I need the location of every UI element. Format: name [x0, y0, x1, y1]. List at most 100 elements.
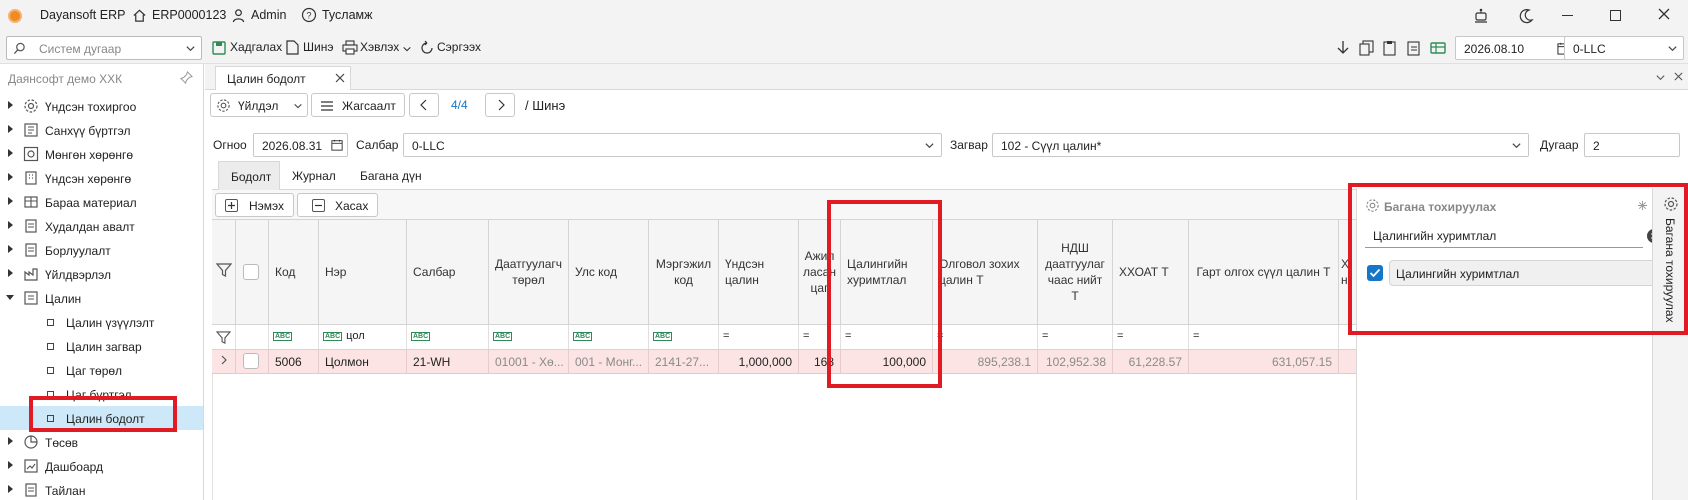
- column-search-input[interactable]: Цалингийн хуримтлал: [1365, 224, 1661, 248]
- close-tab-icon[interactable]: [334, 72, 346, 87]
- cell-insured-type[interactable]: 01001 - Хө...: [489, 350, 569, 373]
- work-date-field[interactable]: 2026.08.10: [1455, 36, 1579, 60]
- chevron-down-icon[interactable]: [1667, 43, 1678, 57]
- select-all-checkbox[interactable]: [243, 264, 259, 280]
- dark-mode-icon[interactable]: [1517, 7, 1535, 28]
- new-document-icon[interactable]: [286, 40, 299, 58]
- expand-arrow-icon[interactable]: [8, 269, 13, 277]
- sidebar-subitem-salary-indicator[interactable]: Цалин үзүүлэлт: [0, 310, 203, 334]
- filter-code[interactable]: ABC: [269, 325, 319, 349]
- select-all-checkbox-cell[interactable]: [236, 220, 269, 324]
- table-row[interactable]: 5006 Цолмон 21-WH 01001 - Хө... 001 - Мо…: [212, 350, 1357, 374]
- filter-net-pay[interactable]: =: [1189, 325, 1339, 349]
- sidebar-subitem-time-type[interactable]: Цаг төрөл: [0, 358, 203, 382]
- column-header-income-tax[interactable]: ХХОАТ Т: [1113, 220, 1189, 324]
- column-header-name[interactable]: Нэр: [319, 220, 407, 324]
- close-window-icon[interactable]: [1656, 6, 1672, 25]
- checkbox-checked-icon[interactable]: [1367, 265, 1383, 281]
- filter-payable[interactable]: =: [933, 325, 1038, 349]
- sidebar-item-sales[interactable]: Борлуулалт: [0, 238, 203, 262]
- column-header-country-code[interactable]: Улс код: [569, 220, 649, 324]
- expand-arrow-icon[interactable]: [8, 245, 13, 253]
- tab-salary-calculation[interactable]: Цалин бодолт: [215, 66, 351, 90]
- expand-arrow-icon[interactable]: [8, 173, 13, 181]
- cell-cut[interactable]: [1339, 350, 1357, 373]
- remove-row-button[interactable]: Хасах: [297, 193, 378, 217]
- cell-hours[interactable]: 168: [799, 350, 841, 373]
- chevron-down-icon[interactable]: [185, 43, 196, 57]
- expand-arrow-icon[interactable]: [8, 461, 13, 469]
- paste-icon[interactable]: [1383, 40, 1398, 59]
- filter-social-insurance[interactable]: =: [1038, 325, 1113, 349]
- previous-record-button[interactable]: [409, 93, 439, 117]
- sidebar-item-budget[interactable]: Төсөв: [0, 430, 203, 454]
- tab-calculation[interactable]: Бодолт: [218, 161, 280, 190]
- filter-profession-code[interactable]: ABC: [649, 325, 719, 349]
- download-icon[interactable]: [1336, 40, 1350, 59]
- cell-accumulation[interactable]: 100,000: [841, 350, 933, 373]
- chevron-down-icon[interactable]: [1655, 72, 1666, 86]
- refresh-button[interactable]: Сэргээх: [437, 40, 481, 54]
- expand-arrow-icon[interactable]: [8, 197, 13, 205]
- cell-code[interactable]: 5006: [269, 350, 319, 373]
- tab-journal[interactable]: Журнал: [292, 169, 336, 183]
- filter-name[interactable]: ABC цол: [319, 325, 407, 349]
- tab-column-totals[interactable]: Багана дүн: [360, 169, 422, 183]
- column-option-item[interactable]: Цалингийн хуримтлал: [1365, 260, 1655, 286]
- sidebar-item-settings[interactable]: Үндсэн тохиргоо: [0, 94, 203, 118]
- expand-arrow-icon[interactable]: [8, 101, 13, 109]
- cell-name[interactable]: Цолмон: [319, 350, 407, 373]
- sidebar-subitem-salary-template[interactable]: Цалин загвар: [0, 334, 203, 358]
- sidebar-item-cash[interactable]: Мөнгөн хөрөнгө: [0, 142, 203, 166]
- help-icon[interactable]: ?: [301, 7, 317, 26]
- chevron-down-icon[interactable]: [924, 140, 935, 154]
- cell-profession-code[interactable]: 2141-27...: [649, 350, 719, 373]
- column-header-insured-type[interactable]: Даатгуулагч төрөл: [489, 220, 569, 324]
- copy-icon[interactable]: [1359, 40, 1374, 59]
- expand-arrow-icon[interactable]: [8, 437, 13, 445]
- sidebar-item-payroll[interactable]: Цалин: [0, 286, 203, 310]
- calendar-icon[interactable]: [331, 139, 343, 154]
- number-field[interactable]: 2: [1584, 133, 1680, 157]
- sidebar-item-production[interactable]: Үйлдвэрлэл: [0, 262, 203, 286]
- sidebar-subitem-salary-calculation[interactable]: Цалин бодолт: [0, 406, 203, 430]
- branch-select[interactable]: 0-LLC: [403, 133, 942, 157]
- date-field[interactable]: 2026.08.31: [253, 133, 348, 157]
- column-header-social-insurance[interactable]: НДШ даатгуулаг чаас нийт Т: [1038, 220, 1113, 324]
- close-all-tabs-icon[interactable]: [1673, 71, 1684, 85]
- template-select[interactable]: 102 - Сүүл цалин*: [992, 133, 1529, 157]
- sidebar-item-finance[interactable]: Санхүү бүртгэл: [0, 118, 203, 142]
- actions-button[interactable]: Үйлдэл: [210, 93, 308, 117]
- column-header-branch[interactable]: Салбар: [407, 220, 489, 324]
- cell-branch[interactable]: 21-WH: [407, 350, 489, 373]
- cell-country-code[interactable]: 001 - Монг...: [569, 350, 649, 373]
- minimize-icon[interactable]: [1562, 15, 1573, 16]
- filter-country-code[interactable]: ABC: [569, 325, 649, 349]
- filter-hours[interactable]: =: [799, 325, 841, 349]
- next-record-button[interactable]: [485, 93, 515, 117]
- expand-arrow-icon[interactable]: [8, 125, 13, 133]
- filter-base-salary[interactable]: =: [719, 325, 799, 349]
- robot-icon[interactable]: [1472, 7, 1490, 28]
- company-branch-select[interactable]: 0-LLC: [1564, 36, 1684, 60]
- filter-income-tax[interactable]: =: [1113, 325, 1189, 349]
- clipboard-icon[interactable]: [1407, 40, 1422, 59]
- collapse-arrow-icon[interactable]: [6, 295, 14, 300]
- sidebar-item-purchasing[interactable]: Худалдан авалт: [0, 214, 203, 238]
- new-button[interactable]: Шинэ: [303, 40, 333, 54]
- filter-cut[interactable]: [1339, 325, 1357, 349]
- list-button[interactable]: Жагсаалт: [311, 93, 405, 117]
- chevron-down-icon[interactable]: [1511, 140, 1522, 154]
- expand-arrow-icon[interactable]: [8, 149, 13, 157]
- column-header-payable-salary[interactable]: Олговол зохих цалин Т: [933, 220, 1038, 324]
- print-dropdown-chevron-icon[interactable]: [402, 43, 412, 57]
- sidebar-item-fixed-assets[interactable]: Үндсэн хөрөнгө: [0, 166, 203, 190]
- row-checkbox[interactable]: [243, 353, 259, 369]
- help-label[interactable]: Тусламж: [322, 8, 373, 22]
- refresh-icon[interactable]: [419, 40, 435, 59]
- excel-icon[interactable]: [1430, 40, 1446, 59]
- cell-payable[interactable]: 895,238.1: [933, 350, 1038, 373]
- column-header-hours-worked[interactable]: Ажил ласан цаг: [799, 220, 841, 324]
- print-button[interactable]: Хэвлэх: [360, 40, 399, 54]
- column-header-net-pay[interactable]: Гарт олгох сүүл цалин Т: [1189, 220, 1339, 324]
